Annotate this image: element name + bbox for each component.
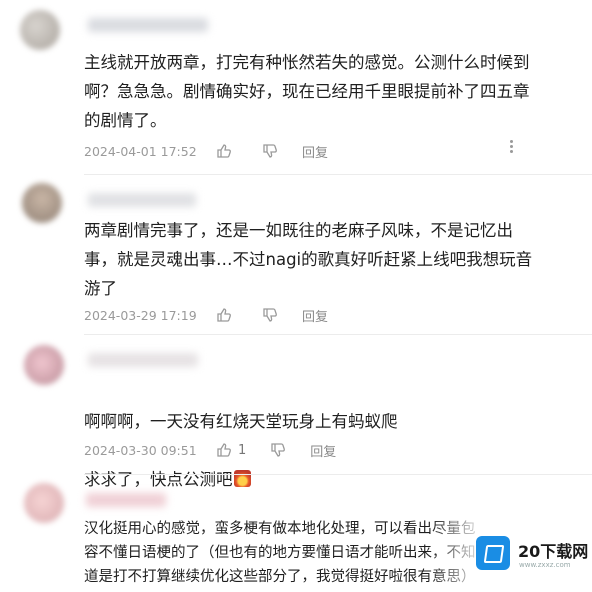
- username[interactable]: [86, 493, 166, 507]
- more-options-icon[interactable]: [510, 140, 514, 154]
- thumbs-down-icon: [271, 443, 286, 457]
- comment-time: 2024-03-30 09:51: [84, 442, 197, 458]
- comment-1: 主线就开放两章，打完有种怅然若失的感觉。公测什么时候到 啊？急急急。剧情确实好，…: [0, 0, 592, 175]
- reply-button[interactable]: 回复: [310, 441, 336, 460]
- comment-text-line-1: 啊啊啊，一天没有红烧天堂玩身上有蚂蚁爬: [84, 412, 398, 431]
- dislike-button[interactable]: [262, 143, 278, 159]
- watermark-subtitle: www.zxxz.com: [519, 561, 571, 569]
- like-button[interactable]: [216, 143, 238, 159]
- comment-2: 两章剧情完事了，还是一如既往的老麻子风味，不是记忆出 事，就是灵魂出事…不过na…: [0, 175, 592, 335]
- comment-time: 2024-03-29 17:19: [84, 307, 197, 323]
- reply-button[interactable]: 回复: [302, 306, 328, 325]
- username[interactable]: [88, 353, 198, 367]
- avatar[interactable]: [24, 483, 64, 523]
- watermark-logo-icon: [476, 536, 510, 570]
- username[interactable]: [88, 193, 196, 207]
- dislike-button[interactable]: [262, 307, 278, 323]
- username[interactable]: [88, 18, 208, 32]
- like-count: 1: [238, 442, 247, 458]
- avatar[interactable]: [20, 10, 60, 50]
- avatar[interactable]: [24, 345, 64, 385]
- comment-3: 啊啊啊，一天没有红烧天堂玩身上有蚂蚁爬 求求了，快点公测吧 2024-03-30…: [0, 335, 592, 489]
- comment-time: 2024-04-01 17:52: [84, 143, 197, 159]
- site-watermark: 20下载网 www.zxxz.com: [472, 528, 592, 578]
- comment-meta: 2024-03-29 17:19 回复: [84, 305, 328, 325]
- thumbs-up-icon: [217, 144, 231, 158]
- thumbs-up-icon: [217, 308, 231, 322]
- watermark-title: 20下载网: [518, 542, 589, 561]
- like-button[interactable]: [216, 307, 238, 323]
- thumbs-down-icon: [263, 144, 277, 158]
- dislike-button[interactable]: [270, 442, 286, 458]
- comment-text: 主线就开放两章，打完有种怅然若失的感觉。公测什么时候到 啊？急急急。剧情确实好，…: [84, 53, 530, 130]
- thumbs-down-icon: [263, 308, 277, 322]
- comment-meta: 2024-03-30 09:51 1 回复: [84, 440, 336, 460]
- reply-button[interactable]: 回复: [302, 142, 328, 161]
- thumbs-up-icon: [217, 443, 231, 457]
- avatar[interactable]: [22, 183, 62, 223]
- like-button[interactable]: 1: [216, 442, 246, 458]
- comment-meta: 2024-04-01 17:52 回复: [84, 141, 328, 161]
- comment-text: 两章剧情完事了，还是一如既往的老麻子风味，不是记忆出 事，就是灵魂出事…不过na…: [84, 221, 533, 298]
